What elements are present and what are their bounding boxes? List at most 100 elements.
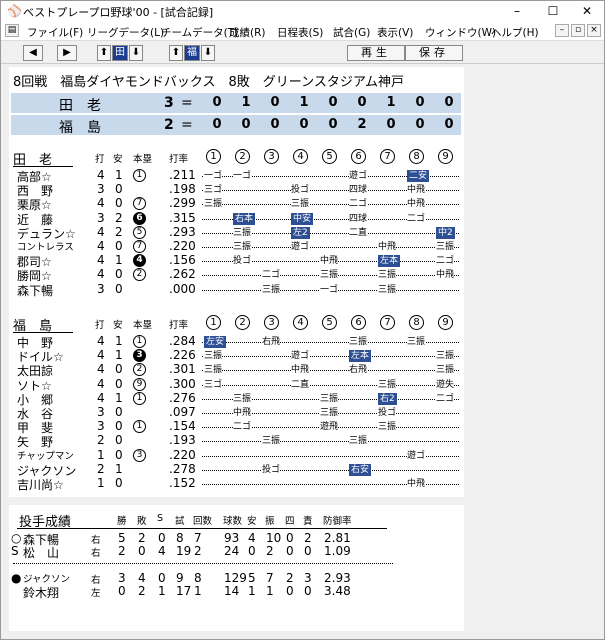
at-bat-result: 中安 <box>291 212 314 225</box>
batting-average: .211 <box>169 168 196 182</box>
inning-score: 0 <box>444 117 454 132</box>
at-bat-result: 三振 <box>233 241 252 253</box>
pitcher-name[interactable]: 松 山 <box>23 544 59 561</box>
at-bats: 4 <box>97 334 105 348</box>
at-bat-result: 二ゴ <box>262 269 281 282</box>
inning-score: 0 <box>212 117 222 132</box>
pitching-col-header: 試 <box>175 516 185 527</box>
maximize-button[interactable]: ☐ <box>535 1 571 21</box>
at-bat-result: 投ゴ <box>233 255 252 268</box>
pitching-col-header: S <box>157 513 164 524</box>
pitcher-stat: 0 <box>286 584 294 598</box>
mdi-minimize-button[interactable]: – <box>555 24 569 37</box>
hits: 0 <box>115 419 123 434</box>
menu-league[interactable]: リーグデータ(L) <box>87 25 164 40</box>
menu-file[interactable]: ファイル(F) <box>27 25 83 40</box>
menu-stats[interactable]: 成績(R) <box>229 25 266 40</box>
inning-score: 0 <box>386 117 396 132</box>
batting-average: .299 <box>169 196 196 211</box>
mdi-restore-button[interactable]: ▫ <box>571 24 585 37</box>
home-runs: 1 <box>133 335 146 348</box>
inning-header: 5 <box>322 149 337 164</box>
at-bat-result: 中飛 <box>407 478 426 490</box>
pitching-col-header: 振 <box>265 516 275 527</box>
home-runs: 1 <box>133 391 146 405</box>
at-bat-result: 三振 <box>204 350 223 363</box>
hits: 0 <box>115 281 123 296</box>
minimize-button[interactable]: – <box>499 1 535 21</box>
prev-button[interactable]: ◀ <box>23 45 43 61</box>
home-runs: 5 <box>133 225 146 239</box>
pitcher-stat: 5 <box>118 531 126 545</box>
at-bat-result: 中飛 <box>407 184 426 197</box>
team-name: 福 島 <box>59 120 101 136</box>
at-bats: 2 <box>97 433 105 448</box>
team1-down-button[interactable]: ⬇ <box>129 45 143 61</box>
menu-schedule[interactable]: 日程表(S) <box>277 25 323 40</box>
h-header: 安 <box>113 320 123 331</box>
menu-help[interactable]: ヘルプ(H) <box>491 25 539 40</box>
pitcher-stat: 2 <box>194 544 202 558</box>
team2-down-button[interactable]: ⬇ <box>201 45 215 61</box>
save-button[interactable]: 保存 <box>405 45 463 61</box>
inning-score: 0 <box>328 117 338 132</box>
at-bat-result: 三振 <box>349 435 368 448</box>
pitching-col-header: 四 <box>285 516 295 527</box>
team2-up-button[interactable]: ⬆ <box>169 45 183 61</box>
inning-score: 0 <box>299 117 309 132</box>
team2-select-button[interactable]: 福 <box>184 45 200 61</box>
hits: 1 <box>115 334 123 348</box>
menu-view[interactable]: 表示(V) <box>377 25 413 40</box>
home-runs: 2 <box>133 268 146 282</box>
pitching-col-header: 責 <box>303 516 313 527</box>
inning-score: 1 <box>386 95 396 110</box>
pitcher-stat: 4 <box>138 571 146 585</box>
at-bat-result: 中飛 <box>407 198 426 211</box>
next-button[interactable]: ▶ <box>57 45 77 61</box>
pitcher-stat: 1 <box>266 584 274 598</box>
player-name[interactable]: チャップマン <box>17 448 74 462</box>
pitcher-stat: 9 <box>176 571 184 585</box>
pitcher-name[interactable]: 鈴木翔 <box>23 584 59 601</box>
at-bats: 4 <box>97 224 105 239</box>
pitching-col-header: 安 <box>247 516 257 527</box>
team1-up-button[interactable]: ⬆ <box>97 45 111 61</box>
at-bat-result: 右飛 <box>349 364 368 377</box>
at-bat-result: 三振 <box>204 364 223 377</box>
player-name[interactable]: 森下暢 <box>17 282 53 299</box>
document-icon[interactable]: ▤ <box>5 24 19 37</box>
at-bat-result: 中飛 <box>378 241 397 253</box>
replay-button[interactable]: 再生 <box>347 45 405 61</box>
result-dots <box>202 469 459 471</box>
pitcher-mark: ● <box>11 571 22 585</box>
window-title: ベストプレープロ野球'00 - [試合記録] <box>23 6 214 19</box>
batting-average: .198 <box>169 182 196 197</box>
result-dots <box>202 441 459 443</box>
pitcher-stat: 93 <box>224 531 240 545</box>
at-bat-result: 二直 <box>291 378 310 391</box>
menu-team[interactable]: チームデータ(T) <box>161 25 238 40</box>
close-button[interactable]: ✕ <box>569 1 605 21</box>
pitcher-stat: 8 <box>194 571 202 585</box>
pitcher-stat: 14 <box>224 584 240 598</box>
team-name: 田 老 <box>59 98 101 114</box>
pitcher-name[interactable]: ジャクソン <box>23 571 70 585</box>
toolbar: ◀ ▶ ⬆ 田 ⬇ ⬆ 福 ⬇ 再生 保存 <box>1 42 604 64</box>
player-name[interactable]: 吉川尚☆ <box>17 476 64 493</box>
batting-average: .152 <box>169 476 196 490</box>
at-bats: 4 <box>97 362 105 377</box>
pitching-col-header: 勝 <box>117 516 127 527</box>
menu-game[interactable]: 試合(G) <box>333 25 370 40</box>
at-bat-result: 遊ゴ <box>349 170 368 182</box>
player-name[interactable]: コントレラス <box>17 239 74 253</box>
pitcher-stat: 4 <box>248 531 256 545</box>
mdi-close-button[interactable]: × <box>587 24 601 37</box>
at-bat-result: 三ゴ <box>204 184 223 197</box>
at-bat-result: 三振 <box>407 336 426 348</box>
menu-window[interactable]: ウィンドウ(W) <box>425 25 496 40</box>
at-bat-result: 右安 <box>349 463 372 476</box>
inning-header: 1 <box>206 149 221 164</box>
at-bat-result: 四球 <box>349 184 368 197</box>
team1-select-button[interactable]: 田 <box>112 45 128 61</box>
inning-header: 7 <box>380 315 395 330</box>
